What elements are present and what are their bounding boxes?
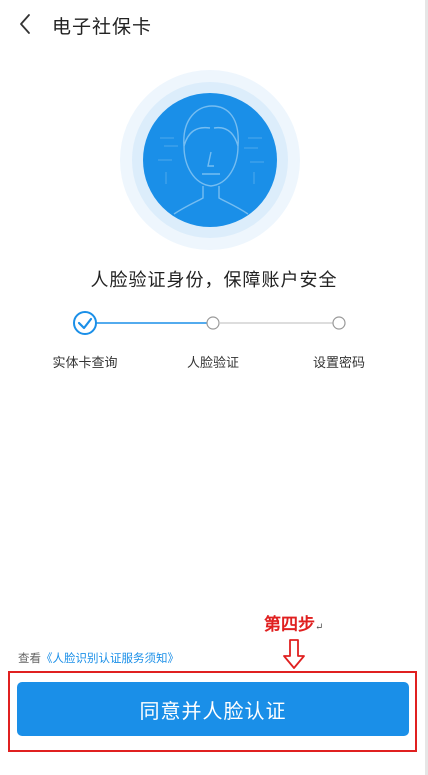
agree-face-auth-button[interactable]: 同意并人脸认证 bbox=[17, 682, 409, 736]
terms-prefix: 查看 bbox=[18, 651, 41, 665]
return-mark: ↵ bbox=[315, 622, 324, 633]
face-scan-icon bbox=[120, 70, 300, 250]
terms-link[interactable]: 《人脸识别认证服务须知》 bbox=[41, 651, 179, 665]
step-label-face-verify: 人脸验证 bbox=[186, 356, 239, 371]
step-annotation: 第四步↵ bbox=[264, 610, 323, 635]
check-circle-icon bbox=[73, 311, 97, 335]
progress-steps: 实体卡查询 人脸验证 设置密码 bbox=[0, 310, 428, 380]
step-label-card-query: 实体卡查询 bbox=[52, 356, 118, 371]
face-scan-illustration bbox=[100, 68, 320, 288]
verification-headline: 人脸验证身份，保障账户安全 bbox=[90, 270, 338, 291]
page-title: 电子社保卡 bbox=[52, 16, 153, 38]
step-label-set-password: 设置密码 bbox=[312, 356, 365, 371]
down-arrow-icon bbox=[283, 639, 305, 669]
step-annotation-text: 第四步 bbox=[264, 615, 315, 635]
step-dot-password bbox=[332, 316, 346, 330]
terms-notice: 查看《人脸识别认证服务须知》 bbox=[18, 650, 179, 666]
step-dot-face bbox=[206, 316, 220, 330]
steps-track bbox=[73, 311, 346, 335]
chevron-left-icon bbox=[20, 14, 30, 34]
header-bar: 电子社保卡 bbox=[0, 0, 428, 50]
back-button[interactable] bbox=[14, 10, 38, 38]
